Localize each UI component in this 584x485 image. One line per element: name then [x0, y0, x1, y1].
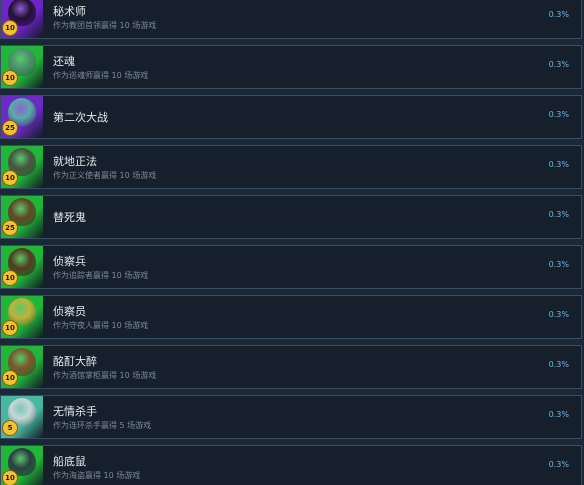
achievement-percent: 0.3%: [548, 110, 569, 119]
achievement-title: 就地正法: [53, 155, 97, 168]
achievement-title: 酩酊大醉: [53, 355, 97, 368]
achievement-percent: 0.3%: [548, 360, 569, 369]
achievement-badge: 5: [2, 420, 18, 436]
achievement-row[interactable]: 10 酩酊大醉作为酒馆掌柜赢得 10 场游戏 0.3%: [0, 345, 582, 389]
achievement-percent: 0.3%: [548, 410, 569, 419]
achievement-subtitle: 作为守夜人赢得 10 场游戏: [53, 321, 149, 330]
achievement-percent: 0.3%: [548, 60, 569, 69]
achievement-badge: 10: [2, 70, 18, 86]
achievement-title: 替死鬼: [53, 211, 86, 224]
achievement-row[interactable]: 25 第二次大战 0.3%: [0, 95, 582, 139]
spyglass-icon: 10: [1, 296, 43, 338]
achievement-subtitle: 作为正义使者赢得 10 场游戏: [53, 171, 157, 180]
achievement-row[interactable]: 10 侦察兵作为追踪者赢得 10 场游戏 0.3%: [0, 245, 582, 289]
achievement-row[interactable]: 25 替死鬼 0.3%: [0, 195, 582, 239]
knife-icon: 5: [1, 396, 43, 438]
achievement-badge: 10: [2, 170, 18, 186]
achievement-subtitle: 作为巡魂师赢得 10 场游戏: [53, 71, 149, 80]
achievement-row[interactable]: 10 就地正法作为正义使者赢得 10 场游戏 0.3%: [0, 145, 582, 189]
skull-icon: 25: [1, 96, 43, 138]
achievement-subtitle: 作为追踪者赢得 10 场游戏: [53, 271, 149, 280]
achievement-percent: 0.3%: [548, 10, 569, 19]
bottle-icon: 10: [1, 346, 43, 388]
achievement-row[interactable]: 5 无情杀手作为连环杀手赢得 5 场游戏 0.3%: [0, 395, 582, 439]
achievement-title: 船底鼠: [53, 455, 86, 468]
achievement-badge: 25: [2, 220, 18, 236]
mystic-icon: 10: [1, 0, 43, 38]
achievement-percent: 0.3%: [548, 160, 569, 169]
achievement-row[interactable]: 10 侦察员作为守夜人赢得 10 场游戏 0.3%: [0, 295, 582, 339]
achievement-subtitle: 作为连环杀手赢得 5 场游戏: [53, 421, 152, 430]
achievement-row[interactable]: 10 秘术师作为教团首领赢得 10 场游戏 0.3%: [0, 0, 582, 39]
pirate-flag-icon: 10: [1, 446, 43, 485]
hooded-figure-icon: 10: [1, 146, 43, 188]
achievement-badge: 10: [2, 20, 18, 36]
achievement-title: 秘术师: [53, 5, 86, 18]
achievement-row[interactable]: 10 还魂作为巡魂师赢得 10 场游戏 0.3%: [0, 45, 582, 89]
achievement-subtitle: 作为酒馆掌柜赢得 10 场游戏: [53, 371, 157, 380]
achievement-badge: 10: [2, 370, 18, 386]
achievement-title: 第二次大战: [53, 111, 108, 124]
achievement-list: 10 秘术师作为教团首领赢得 10 场游戏 0.3% 10 还魂作为巡魂师赢得 10 场…: [0, 0, 584, 485]
tracker-icon: 10: [1, 246, 43, 288]
achievement-row[interactable]: 10 船底鼠作为海盗赢得 10 场游戏 0.3%: [0, 445, 582, 485]
ghost-icon: 10: [1, 46, 43, 88]
achievement-percent: 0.3%: [548, 460, 569, 469]
achievement-title: 还魂: [53, 55, 75, 68]
achievement-badge: 25: [2, 120, 18, 136]
achievement-title: 侦察员: [53, 305, 86, 318]
achievement-badge: 10: [2, 270, 18, 286]
shield-icon: 25: [1, 196, 43, 238]
achievement-badge: 10: [2, 470, 18, 485]
achievement-percent: 0.3%: [548, 260, 569, 269]
achievement-badge: 10: [2, 320, 18, 336]
achievement-title: 无情杀手: [53, 405, 97, 418]
achievement-title: 侦察兵: [53, 255, 86, 268]
achievement-subtitle: 作为海盗赢得 10 场游戏: [53, 471, 141, 480]
achievement-percent: 0.3%: [548, 310, 569, 319]
achievement-percent: 0.3%: [548, 210, 569, 219]
achievement-subtitle: 作为教团首领赢得 10 场游戏: [53, 21, 157, 30]
